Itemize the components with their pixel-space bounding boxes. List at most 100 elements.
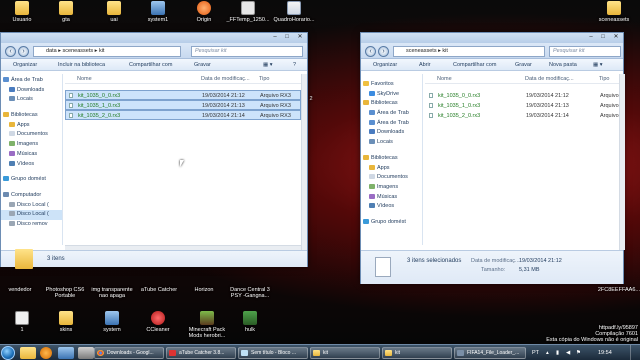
desktop-icon-atube[interactable]: aTube Catcher: [136, 287, 182, 293]
new-folder-button[interactable]: Nova pasta: [549, 59, 577, 71]
nav-item[interactable]: Vídeos: [361, 202, 422, 212]
desktop-icon-img-transparente[interactable]: img transparente nao apaga: [88, 287, 136, 299]
taskbar-pinned-app-icon[interactable]: [58, 347, 74, 359]
title-bar[interactable]: – □ ✕: [1, 33, 307, 43]
nav-item[interactable]: Bibliotecas: [361, 154, 422, 164]
desktop-icon-vendedor[interactable]: vendedor: [0, 287, 40, 293]
file-row[interactable]: kit_1035_0_0.rx3 19/03/2014 21:12 Arquiv…: [425, 90, 619, 100]
nav-item[interactable]: Disco Local (: [1, 210, 62, 220]
breadcrumb-item[interactable]: sceneassets: [63, 48, 94, 54]
taskbar-button-notepad[interactable]: Sem título - Bloco ...: [238, 347, 308, 359]
organize-button[interactable]: Organizar: [373, 59, 397, 71]
breadcrumb-item[interactable]: data: [46, 48, 57, 54]
forward-button[interactable]: ›: [378, 46, 389, 57]
desktop-icon-photoshop[interactable]: Photoshop CS6 Portable: [42, 287, 88, 299]
desktop-icon-uai[interactable]: uai: [92, 1, 136, 23]
nav-item[interactable]: Computador: [1, 191, 62, 201]
view-options-icon[interactable]: ▦ ▾: [593, 59, 603, 71]
minimize-button[interactable]: –: [269, 33, 281, 42]
nav-item[interactable]: Favoritos: [361, 80, 422, 90]
vertical-scrollbar[interactable]: [301, 74, 307, 250]
nav-item[interactable]: Apps: [1, 121, 62, 131]
maximize-button[interactable]: □: [281, 33, 293, 42]
taskbar-button-kit-2[interactable]: kit: [382, 347, 452, 359]
file-row[interactable]: kit_1035_2_0.rx3 19/03/2014 21:14 Arquiv…: [65, 110, 301, 120]
explorer-window-right[interactable]: – □ ✕ ‹ › sceneassets ▸ kit Pesquisar ki…: [360, 32, 625, 284]
desktop-icon-ccleaner[interactable]: CCleaner: [136, 311, 180, 333]
clock[interactable]: 19:54: [598, 345, 612, 360]
back-button[interactable]: ‹: [5, 46, 16, 57]
nav-item[interactable]: Músicas: [361, 193, 422, 203]
nav-item[interactable]: Locais: [361, 138, 422, 148]
breadcrumb-item[interactable]: kit: [99, 48, 105, 54]
column-type[interactable]: Tipo: [259, 76, 270, 82]
desktop-icon-system1[interactable]: system1: [136, 1, 180, 23]
language-indicator[interactable]: PT: [532, 345, 539, 360]
title-bar[interactable]: – □ ✕: [361, 33, 623, 43]
flag-icon[interactable]: ⚑: [576, 345, 581, 360]
show-desktop-button[interactable]: [630, 345, 640, 360]
vertical-scrollbar[interactable]: [619, 74, 625, 250]
nav-item[interactable]: SkyDrive: [361, 90, 422, 100]
nav-item[interactable]: Apps: [361, 164, 422, 174]
taskbar-button-kit-1[interactable]: kit: [310, 347, 380, 359]
nav-item[interactable]: Área de Trab: [361, 119, 422, 129]
volume-icon[interactable]: ◀: [566, 345, 570, 360]
nav-item[interactable]: Disco remov: [1, 220, 62, 230]
taskbar-pinned-media-icon[interactable]: [40, 347, 52, 359]
nav-item[interactable]: Músicas: [1, 150, 62, 160]
desktop-icon-gta[interactable]: gta: [44, 1, 88, 23]
nav-item[interactable]: Documentos: [361, 173, 422, 183]
nav-item[interactable]: Disco Local (: [1, 201, 62, 211]
breadcrumb-item[interactable]: sceneassets: [406, 48, 437, 54]
desktop-icon-label-right[interactable]: 2FC8EEFFAA6...: [590, 287, 640, 293]
nav-item[interactable]: Bibliotecas: [361, 99, 422, 109]
nav-item[interactable]: Documentos: [1, 130, 62, 140]
explorer-window-left[interactable]: – □ ✕ ‹ › data ▸ sceneassets ▸ kit Pesqu…: [0, 32, 308, 269]
file-row[interactable]: kit_1035_0_0.rx3 19/03/2014 21:12 Arquiv…: [65, 90, 301, 100]
share-with-button[interactable]: Compartilhar com: [453, 59, 496, 71]
organize-button[interactable]: Organizar: [13, 59, 37, 71]
desktop-icon-sceneassets[interactable]: sceneassets: [592, 1, 636, 23]
taskbar-button-chrome[interactable]: Downloads - Googl...: [94, 347, 164, 359]
taskbar-pinned-explorer-icon[interactable]: [20, 347, 36, 359]
help-icon[interactable]: ?: [293, 59, 296, 71]
desktop-icon-system[interactable]: system: [90, 311, 134, 333]
view-options-icon[interactable]: ▦ ▾: [263, 59, 273, 71]
desktop-icon-fftemp[interactable]: _FFTemp_1250...: [226, 1, 270, 23]
maximize-button[interactable]: □: [597, 33, 609, 42]
taskbar-button-atube[interactable]: aTube Catcher 3.8...: [166, 347, 236, 359]
network-icon[interactable]: ▮: [556, 345, 559, 360]
nav-item[interactable]: Imagens: [361, 183, 422, 193]
back-button[interactable]: ‹: [365, 46, 376, 57]
open-button[interactable]: Abrir: [419, 59, 431, 71]
nav-item[interactable]: Downloads: [1, 86, 62, 96]
desktop-icon-skins[interactable]: skins: [44, 311, 88, 333]
include-library-button[interactable]: Incluir na biblioteca: [58, 59, 105, 71]
desktop-icon-horizon[interactable]: Horizon: [182, 287, 226, 293]
desktop-icon-minecraft[interactable]: Minecraft Pack Mods herobri...: [182, 311, 232, 339]
column-type[interactable]: Tipo: [599, 76, 610, 82]
forward-button[interactable]: ›: [18, 46, 29, 57]
file-row[interactable]: kit_1035_2_0.rx3 19/03/2014 21:14 Arquiv…: [425, 110, 619, 120]
desktop-icon-origin[interactable]: Origin: [182, 1, 226, 23]
nav-item[interactable]: Grupo domést: [361, 218, 422, 228]
desktop-icon-dance-central[interactable]: Dance Central 3 PSY -Gangna...: [226, 287, 274, 299]
taskbar-button-fifa-loader[interactable]: FIFA14_File_Loader_...: [454, 347, 526, 359]
column-name[interactable]: Nome: [77, 76, 92, 82]
file-row[interactable]: kit_1035_1_0.rx3 19/03/2014 21:13 Arquiv…: [65, 100, 301, 110]
start-button[interactable]: [1, 346, 15, 360]
nav-item[interactable]: Imagens: [1, 140, 62, 150]
desktop-icon-usuario[interactable]: Usuario: [0, 1, 44, 23]
desktop-icon-1[interactable]: 1: [0, 311, 44, 333]
burn-button[interactable]: Gravar: [515, 59, 532, 71]
nav-item[interactable]: Área de Trab: [1, 76, 62, 86]
column-date[interactable]: Data de modificaç...: [525, 76, 574, 82]
address-field[interactable]: data ▸ sceneassets ▸ kit: [33, 46, 181, 57]
burn-button[interactable]: Gravar: [194, 59, 211, 71]
close-button[interactable]: ✕: [294, 33, 306, 42]
nav-item[interactable]: Área de Trab: [361, 109, 422, 119]
nav-item[interactable]: Downloads: [361, 128, 422, 138]
tray-up-arrow-icon[interactable]: ▴: [546, 345, 549, 360]
nav-item[interactable]: Locais: [1, 95, 62, 105]
